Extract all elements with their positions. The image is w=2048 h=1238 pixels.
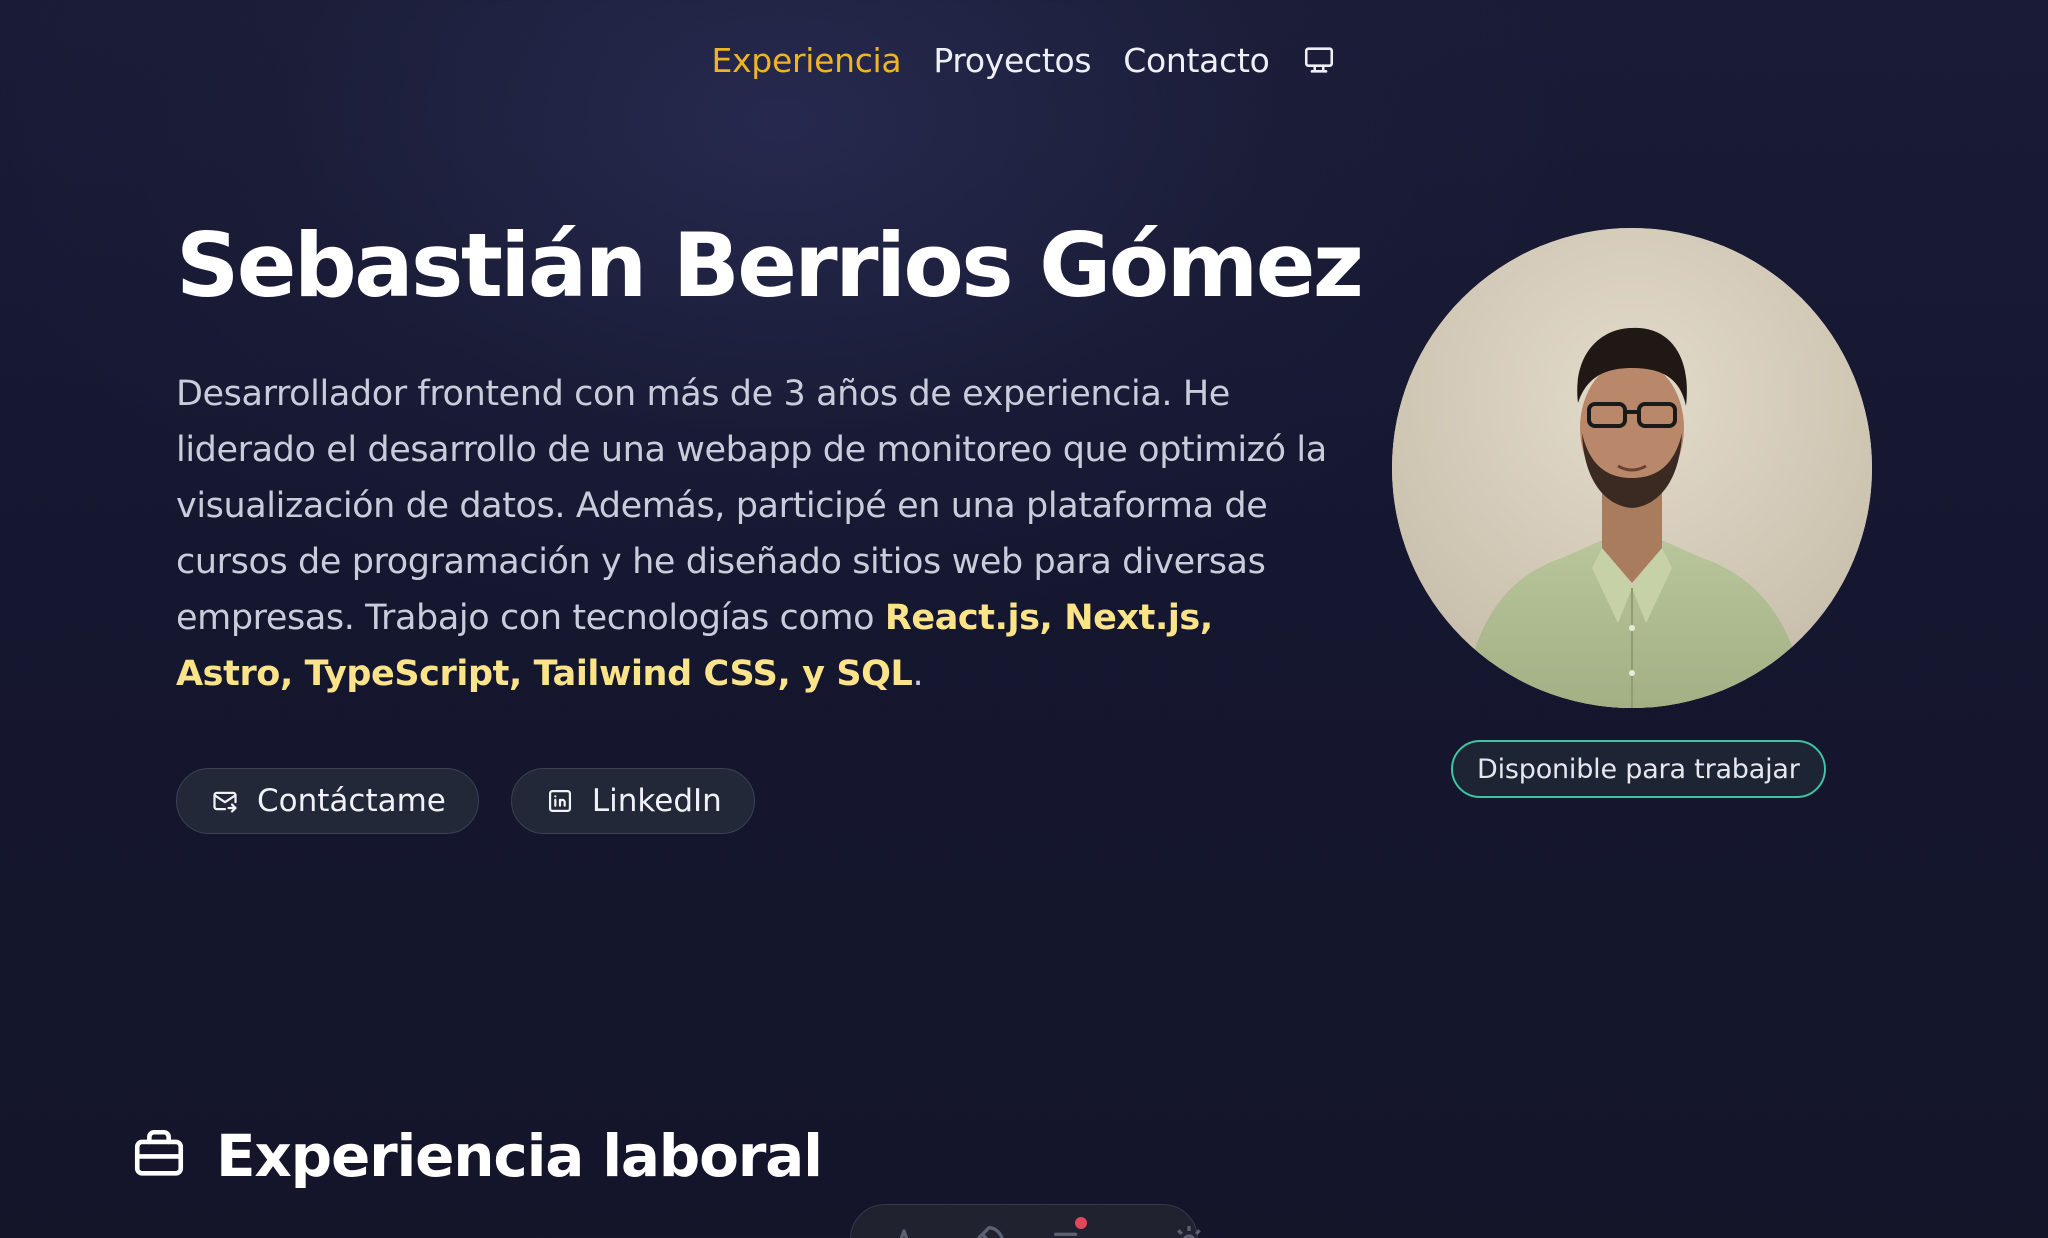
section-title: Experiencia laboral <box>216 1122 823 1190</box>
hero-description: Desarrollador frontend con más de 3 años… <box>176 366 1336 702</box>
nav-link-contacto[interactable]: Contacto <box>1123 41 1269 80</box>
translate-icon[interactable] <box>889 1221 929 1238</box>
nav-links: Experiencia Proyectos Contacto <box>712 41 1338 80</box>
rocket-icon[interactable] <box>969 1221 1009 1238</box>
notification-dot <box>1075 1217 1087 1229</box>
briefcase-icon <box>130 1125 188 1187</box>
linkedin-icon <box>546 787 574 815</box>
monitor-icon[interactable] <box>1301 42 1337 78</box>
profile-photo <box>1392 228 1872 708</box>
top-nav: Experiencia Proyectos Contacto <box>0 36 2048 84</box>
notifications-icon[interactable] <box>1049 1217 1089 1238</box>
availability-badge: Disponible para trabajar <box>1451 740 1826 798</box>
contact-button[interactable]: Contáctame <box>176 768 479 834</box>
settings-icon[interactable] <box>1169 1221 1209 1238</box>
linkedin-button-label: LinkedIn <box>591 783 722 819</box>
linkedin-button[interactable]: LinkedIn <box>510 768 755 834</box>
contact-button-label: Contáctame <box>257 783 446 819</box>
hero-name: Sebastián Berrios Gómez <box>176 214 1364 317</box>
floating-dock <box>850 1204 1201 1238</box>
nav-link-experiencia[interactable]: Experiencia <box>712 41 902 80</box>
hero-description-end: . <box>912 654 924 694</box>
nav-link-proyectos[interactable]: Proyectos <box>933 41 1091 80</box>
hero-actions: Contáctame LinkedIn <box>176 768 755 834</box>
experience-section-header: Experiencia laboral <box>130 1122 823 1190</box>
mail-forward-icon <box>211 787 239 815</box>
